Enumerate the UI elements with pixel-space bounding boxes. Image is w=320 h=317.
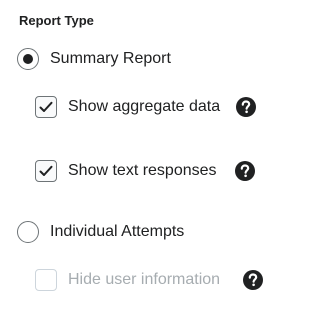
report-type-heading: Report Type bbox=[19, 13, 94, 28]
checkmark-icon bbox=[39, 165, 53, 176]
summary-report-radio[interactable] bbox=[17, 48, 39, 70]
individual-attempts-radio[interactable] bbox=[17, 221, 39, 243]
hide-user-information-option: Hide user information bbox=[35, 269, 220, 291]
question-circle-icon[interactable] bbox=[235, 161, 255, 181]
show-aggregate-data-label: Show aggregate data bbox=[68, 98, 221, 115]
show-text-responses-checkbox[interactable] bbox=[35, 160, 57, 182]
show-text-responses-label: Show text responses bbox=[68, 162, 217, 179]
question-circle-icon[interactable] bbox=[236, 97, 256, 117]
individual-attempts-radio-option[interactable]: Individual Attempts bbox=[17, 221, 184, 243]
hide-user-information-label: Hide user information bbox=[68, 271, 221, 288]
summary-report-label: Summary Report bbox=[50, 50, 171, 67]
show-aggregate-data-option[interactable]: Show aggregate data bbox=[35, 96, 220, 118]
question-mark-glyph bbox=[248, 273, 258, 287]
hide-user-information-checkbox bbox=[35, 269, 57, 291]
summary-report-radio-option[interactable]: Summary Report bbox=[17, 48, 171, 70]
question-mark-glyph bbox=[240, 164, 250, 178]
question-mark-glyph bbox=[241, 100, 251, 114]
show-aggregate-data-checkbox[interactable] bbox=[35, 96, 57, 118]
checkmark-icon bbox=[39, 101, 53, 112]
show-text-responses-option[interactable]: Show text responses bbox=[35, 160, 217, 182]
individual-attempts-label: Individual Attempts bbox=[50, 223, 185, 240]
question-circle-icon[interactable] bbox=[243, 270, 263, 290]
